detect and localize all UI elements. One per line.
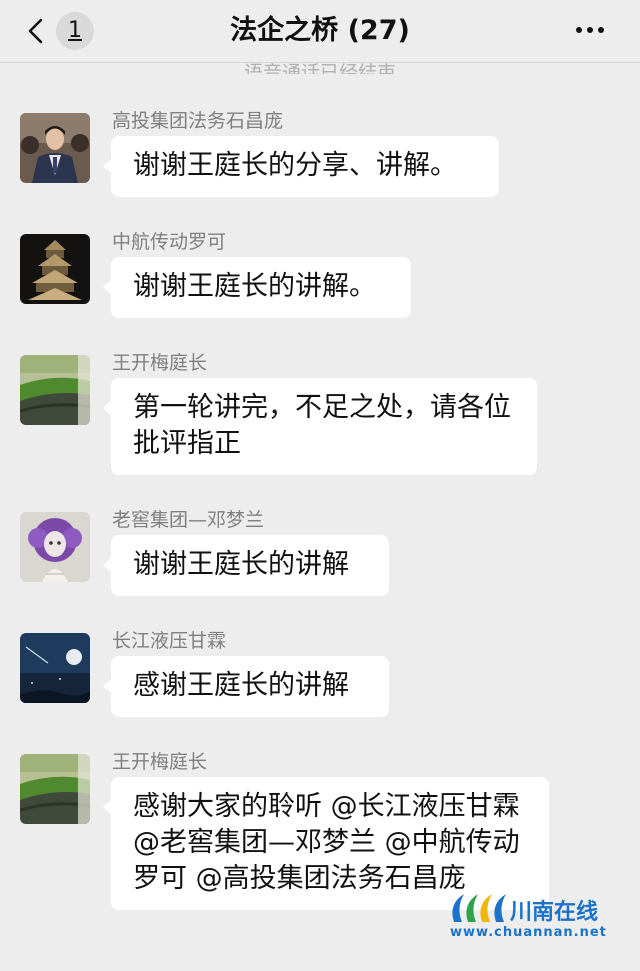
man-in-suit-avatar-icon <box>20 113 90 183</box>
sender-name: 中航传动罗可 <box>112 231 227 253</box>
pagoda-avatar-icon <box>20 234 90 304</box>
sender-name: 王开梅庭长 <box>112 751 208 773</box>
avatar[interactable] <box>20 754 90 824</box>
message-bubble[interactable]: 谢谢王庭长的讲解。 <box>103 257 411 318</box>
chuannan-logo-icon <box>452 894 506 922</box>
more-options-button[interactable] <box>570 14 610 44</box>
message-bubble[interactable]: 感谢王庭长的讲解 <box>103 656 389 717</box>
unread-count-badge: 1 <box>56 12 94 50</box>
moss-stone-avatar-icon <box>20 355 90 425</box>
chevron-left-icon <box>28 18 43 44</box>
system-message: 语音通话已经结束 <box>243 62 396 74</box>
message-bubble[interactable]: 谢谢王庭长的讲解 <box>103 535 389 596</box>
avatar[interactable] <box>20 234 90 304</box>
site-watermark: 川南在线 www.chuannan.net <box>446 888 626 948</box>
night-sky-moon-avatar-icon <box>20 633 90 703</box>
watermark-url: www.chuannan.net <box>450 925 607 940</box>
sender-name: 老窖集团—邓梦兰 <box>112 509 265 531</box>
moss-stone-avatar-icon <box>20 754 90 824</box>
more-dots-icon <box>576 27 582 33</box>
message-bubble[interactable]: 谢谢王庭长的分享、讲解。 <box>103 136 499 197</box>
sender-name: 高投集团法务石昌庞 <box>112 110 284 132</box>
chat-header: 1 法企之桥 (27) <box>0 0 640 62</box>
sender-name: 长江液压甘霖 <box>112 630 227 652</box>
avatar[interactable] <box>20 633 90 703</box>
back-button[interactable]: 1 <box>20 10 100 52</box>
watermark-name: 川南在线 <box>510 900 599 925</box>
avatar[interactable] <box>20 512 90 582</box>
chat-title: 法企之桥 (27) <box>230 15 410 46</box>
header-divider <box>0 62 640 63</box>
avatar[interactable] <box>20 355 90 425</box>
avatar[interactable] <box>20 113 90 183</box>
message-bubble[interactable]: 第一轮讲完，不足之处，请各位批评指正 <box>103 378 537 475</box>
purple-hair-girl-avatar-icon <box>20 512 90 582</box>
chat-screen: 1 法企之桥 (27) 语音通话已经结束 高投集团法务石昌庞 谢谢王庭长的分享、… <box>0 0 640 971</box>
sender-name: 王开梅庭长 <box>112 352 208 374</box>
